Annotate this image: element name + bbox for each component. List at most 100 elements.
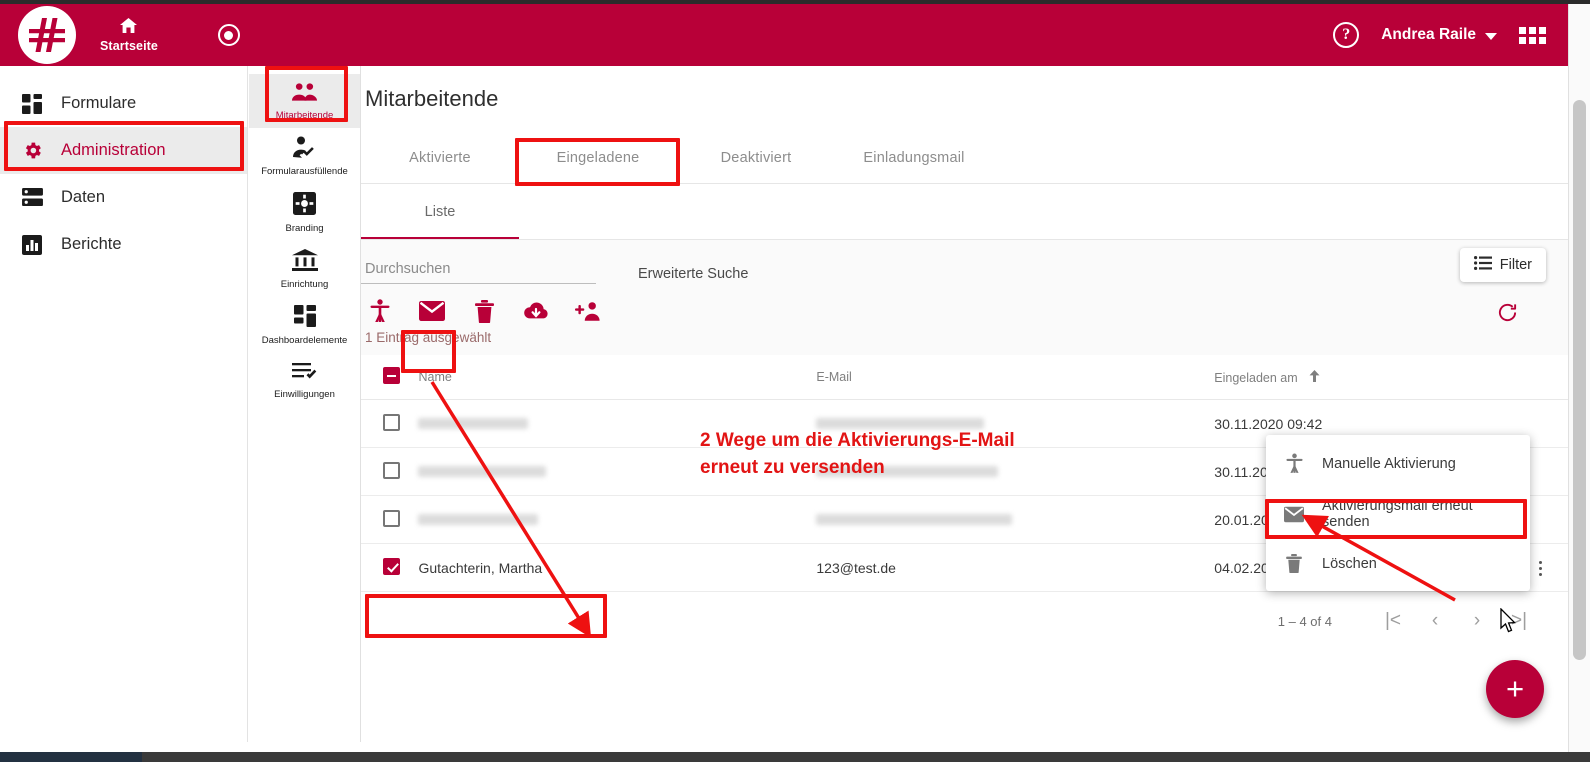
bulk-action-toolbar: [361, 284, 1568, 324]
row-context-menu: Manuelle Aktivierung Aktivierungsmail er…: [1266, 435, 1530, 591]
row-more-menu-icon[interactable]: [1538, 560, 1542, 577]
advanced-search-link[interactable]: Erweiterte Suche: [638, 266, 748, 282]
chevron-down-icon: [1485, 32, 1497, 40]
dashboard-icon: [20, 92, 44, 116]
tab-liste[interactable]: Liste: [361, 184, 519, 239]
filter-button[interactable]: Filter: [1459, 248, 1546, 282]
rail-item-label: Dashboardelemente: [261, 334, 348, 346]
browser-chrome-top-edge: [0, 0, 1590, 4]
main-content: Mitarbeitende Aktivierte Eingeladene Dea…: [361, 66, 1568, 742]
record-circle-icon[interactable]: [217, 24, 240, 46]
rail-item-einwilligungen[interactable]: Einwilligungen: [249, 353, 360, 407]
redacted-name: [418, 513, 539, 525]
gear-icon: [20, 139, 44, 163]
redacted-name: [418, 417, 529, 429]
ctx-item-label: Löschen: [1322, 555, 1377, 572]
sidebar-item-berichte[interactable]: Berichte: [0, 221, 247, 268]
pagination-next-button[interactable]: ›: [1456, 610, 1498, 632]
add-employee-fab[interactable]: +: [1486, 660, 1544, 718]
column-header-email[interactable]: E-Mail: [816, 355, 1215, 400]
ctx-delete[interactable]: Löschen: [1266, 542, 1530, 585]
filter-list-icon: [1473, 256, 1492, 274]
search-input[interactable]: [363, 260, 596, 278]
redacted-name: [418, 465, 547, 477]
scrollbar-thumb[interactable]: [1573, 100, 1586, 660]
rail-item-label: Mitarbeitende: [275, 110, 334, 121]
rail-item-einrichtung[interactable]: Einrichtung: [249, 241, 360, 297]
trash-icon: [1284, 554, 1304, 573]
delete-button[interactable]: [471, 298, 497, 324]
download-button[interactable]: [523, 298, 549, 324]
ctx-resend-activation-mail[interactable]: Aktivierungsmail erneut senden: [1266, 486, 1530, 542]
help-circle-icon[interactable]: ?: [1333, 22, 1360, 48]
app-logo: [18, 6, 76, 64]
home-button[interactable]: Startseite: [92, 16, 166, 55]
tab-aktivierte[interactable]: Aktivierte: [361, 134, 519, 183]
ctx-item-label: Manuelle Aktivierung: [1322, 455, 1456, 472]
user-menu[interactable]: Andrea Raile: [1381, 26, 1497, 44]
row-name: Gutachterin, Martha: [418, 543, 817, 592]
rail-item-formularausfuellende[interactable]: Formularausfüllende: [249, 128, 360, 184]
rail-item-mitarbeitende[interactable]: Mitarbeitende: [249, 74, 360, 128]
add-person-button[interactable]: [575, 298, 601, 324]
list-check-icon: [291, 361, 318, 386]
row-checkbox[interactable]: [383, 461, 400, 479]
sidebar-item-label: Daten: [61, 188, 106, 206]
home-icon: [120, 17, 138, 38]
tab-deaktiviert[interactable]: Deaktiviert: [677, 134, 835, 183]
row-email: 123@test.de: [816, 543, 1215, 592]
user-name-label: Andrea Raile: [1381, 26, 1476, 43]
browser-chrome-bottom-edge: [0, 752, 1590, 762]
rail-item-label: Branding: [285, 222, 324, 234]
search-row: Erweiterte Suche: [361, 240, 1568, 284]
sidebar-item-label: Berichte: [61, 235, 122, 253]
pagination-first-button[interactable]: |<: [1372, 610, 1414, 632]
row-checkbox[interactable]: [383, 557, 400, 575]
dashboard-tiles-icon: [293, 304, 316, 332]
sidebar-item-label: Formulare: [61, 94, 137, 112]
selection-count-label: 1 Eintrag ausgewählt: [365, 330, 492, 345]
bar-chart-icon: [20, 233, 44, 257]
pagination-last-button[interactable]: >|: [1498, 610, 1540, 632]
column-header-invited-at[interactable]: Eingeladen am: [1214, 355, 1491, 400]
sidebar-item-administration[interactable]: Administration: [0, 127, 247, 174]
resend-activation-mail-button[interactable]: [419, 298, 445, 324]
pagination: 1 – 4 of 4 |< ‹ › >|: [361, 592, 1568, 650]
home-label: Startseite: [100, 38, 158, 53]
column-header-name[interactable]: Name: [418, 355, 817, 400]
ctx-item-label: Aktivierungsmail erneut senden: [1322, 498, 1473, 530]
manual-activation-button[interactable]: [367, 298, 393, 324]
table-header-row: Name E-Mail Eingeladen am: [361, 355, 1568, 400]
rail-item-label: Formularausfüllende: [261, 165, 348, 177]
redacted-email: [816, 417, 985, 429]
people-icon: [291, 82, 318, 107]
secondary-tabs: Liste: [361, 184, 1568, 240]
refresh-icon[interactable]: [1497, 302, 1518, 328]
sidebar-item-daten[interactable]: Daten: [0, 174, 247, 221]
tab-eingeladene[interactable]: Eingeladene: [519, 134, 677, 183]
primary-sidebar: Formulare Administration Daten Berichte: [0, 66, 248, 742]
branding-gear-icon: [293, 191, 316, 220]
sidebar-item-formulare[interactable]: Formulare: [0, 80, 247, 127]
envelope-icon: [1284, 506, 1304, 523]
rail-item-branding[interactable]: Branding: [249, 184, 360, 241]
primary-tabs: Aktivierte Eingeladene Deaktiviert Einla…: [361, 134, 1568, 184]
tab-einladungsmail[interactable]: Einladungsmail: [835, 134, 993, 183]
rail-item-label: Einwilligungen: [274, 388, 335, 400]
page-title: Mitarbeitende: [365, 86, 499, 111]
rail-item-dashboardelemente[interactable]: Dashboardelemente: [249, 297, 360, 353]
apps-grid-icon[interactable]: [1519, 26, 1546, 44]
person-check-icon: [292, 136, 318, 163]
row-checkbox[interactable]: [383, 509, 400, 527]
plus-icon: +: [1505, 671, 1525, 706]
select-all-checkbox[interactable]: [383, 367, 400, 384]
top-bar-actions: ? Andrea Raile: [1333, 22, 1568, 48]
vertical-scrollbar[interactable]: [1568, 0, 1590, 752]
pagination-prev-button[interactable]: ‹: [1414, 610, 1456, 632]
redacted-email: [816, 465, 999, 477]
ctx-manual-activation[interactable]: Manuelle Aktivierung: [1266, 441, 1530, 486]
bank-icon: [291, 248, 318, 276]
row-checkbox[interactable]: [383, 413, 400, 431]
arrow-up-icon: [1309, 369, 1320, 385]
accessibility-person-icon: [1284, 453, 1304, 474]
